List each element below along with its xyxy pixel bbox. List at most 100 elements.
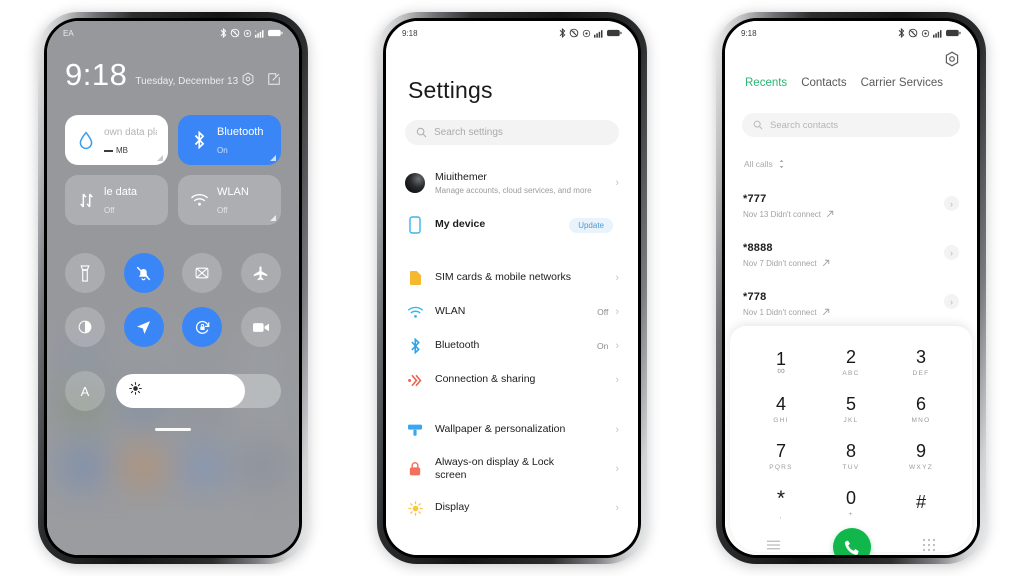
phone-outline-icon — [404, 216, 426, 234]
settings-row-wallpaper[interactable]: Wallpaper & personalization › — [386, 413, 638, 447]
silent-toggle[interactable] — [123, 253, 164, 293]
mobile-data-tile[interactable]: le data Off — [65, 175, 168, 225]
dnd-icon — [569, 28, 579, 38]
search-contacts-input[interactable]: Search contacts — [742, 113, 960, 137]
phone-device-3: 9:18 Recents Contacts Carrier Services S… — [716, 12, 986, 564]
key-6[interactable]: 6 MNO — [886, 387, 956, 432]
chevron-right-icon: › — [615, 373, 619, 386]
search-icon — [416, 127, 427, 138]
settings-row-lock-screen[interactable]: Always-on display & Lock screen › — [386, 447, 638, 491]
status-bar-2: 9:18 — [386, 21, 638, 45]
row-label: Display — [435, 501, 470, 514]
key-hash[interactable]: # — [886, 481, 956, 526]
call-meta: Nov 7 Didn't connect — [743, 258, 817, 268]
settings-row-account[interactable]: Miuithemer Manage accounts, cloud servic… — [386, 161, 638, 205]
settings-row-sim-cards[interactable]: SIM cards & mobile networks › — [386, 261, 638, 295]
outgoing-arrow-icon — [826, 210, 834, 218]
call-log-row[interactable]: *8888 Nov 7 Didn't connect › — [725, 228, 977, 277]
sim-card-icon — [404, 270, 426, 286]
auto-brightness-toggle[interactable]: A — [65, 371, 105, 411]
expand-corner-icon[interactable] — [270, 215, 276, 221]
status-time-2: 9:18 — [402, 28, 418, 38]
screenshot-toggle[interactable] — [182, 253, 223, 293]
settings-app: 9:18 Settings Search settings Miuithemer… — [386, 21, 638, 555]
screen-record-toggle[interactable] — [240, 307, 281, 347]
gear-hex-icon[interactable] — [944, 51, 960, 72]
call-button[interactable] — [832, 528, 871, 555]
key-0[interactable]: 0 + — [816, 481, 886, 526]
keypad-icon[interactable] — [922, 538, 936, 556]
expand-corner-icon[interactable] — [157, 155, 163, 161]
key-1[interactable]: 1 ∞ — [746, 340, 816, 385]
search-settings-input[interactable]: Search settings — [405, 120, 619, 145]
update-badge[interactable]: Update — [569, 217, 613, 233]
key-letters: MNO — [911, 417, 931, 424]
dash-icon — [104, 149, 113, 152]
wlan-title: WLAN — [217, 185, 249, 198]
dark-mode-toggle[interactable] — [65, 307, 105, 347]
settings-row-my-device[interactable]: My device Update — [386, 205, 638, 245]
brightness-slider[interactable] — [116, 374, 281, 408]
data-plan-tile[interactable]: own data plan MB — [65, 115, 168, 165]
call-number: *777 — [743, 192, 767, 205]
location-toggle[interactable] — [123, 307, 164, 347]
key-digit: * — [776, 486, 786, 510]
wlan-value: Off — [217, 206, 228, 215]
key-star[interactable]: *, — [746, 481, 816, 526]
bluetooth-icon — [189, 131, 209, 149]
key-letters: + — [848, 511, 854, 518]
call-log-row[interactable]: *777 Nov 13 Didn't connect › — [725, 179, 977, 228]
settings-row-connection-sharing[interactable]: Connection & sharing › — [386, 363, 638, 397]
key-3[interactable]: 3 DEF — [886, 340, 956, 385]
bluetooth-icon — [220, 28, 227, 38]
sort-icon — [779, 159, 784, 169]
page-title: Settings — [408, 77, 493, 103]
call-log-row[interactable]: *778 Nov 1 Didn't connect › — [725, 277, 977, 326]
key-2[interactable]: 2 ABC — [816, 340, 886, 385]
phone-3-bezel: 9:18 Recents Contacts Carrier Services S… — [722, 18, 980, 558]
toggle-grid — [65, 253, 281, 361]
call-filter[interactable]: All calls — [744, 159, 785, 169]
home-indicator[interactable] — [155, 428, 191, 431]
edit-icon[interactable] — [267, 72, 281, 86]
chevron-right-icon: › — [615, 423, 619, 436]
clock-panel: 9:18 Tuesday, December 13 — [47, 45, 299, 90]
mobile-data-value: Off — [104, 206, 115, 215]
key-digit: 9 — [915, 441, 926, 461]
wlan-tile[interactable]: WLAN Off — [178, 175, 281, 225]
key-letters: JKL — [843, 417, 859, 424]
rotation-lock-toggle[interactable] — [182, 307, 223, 347]
bluetooth-icon — [404, 338, 426, 354]
dialpad-bottom-row — [730, 526, 972, 555]
key-7[interactable]: 7 PQRS — [746, 434, 816, 479]
chevron-right-icon[interactable]: › — [944, 294, 959, 309]
row-label: SIM cards & mobile networks — [435, 271, 571, 284]
chevron-right-icon[interactable]: › — [944, 245, 959, 260]
group-divider — [386, 245, 638, 261]
dialer-app: 9:18 Recents Contacts Carrier Services S… — [725, 21, 977, 555]
battery-icon — [946, 29, 961, 37]
flashlight-toggle[interactable] — [65, 253, 105, 293]
key-digit: 0 — [845, 488, 856, 508]
tab-contacts[interactable]: Contacts — [801, 77, 846, 89]
bluetooth-tile[interactable]: Bluetooth On — [178, 115, 281, 165]
bluetooth-tile-value: On — [217, 146, 228, 155]
menu-icon[interactable] — [766, 538, 781, 555]
settings-row-bluetooth[interactable]: Bluetooth On › — [386, 329, 638, 363]
chevron-right-icon[interactable]: › — [944, 196, 959, 211]
settings-row-display[interactable]: Display › — [386, 491, 638, 525]
airplane-toggle[interactable] — [240, 253, 281, 293]
key-5[interactable]: 5 JKL — [816, 387, 886, 432]
dnd-icon — [230, 28, 240, 38]
tab-carrier-services[interactable]: Carrier Services — [861, 77, 943, 89]
key-9[interactable]: 9 WXYZ — [886, 434, 956, 479]
row-label: Connection & sharing — [435, 373, 536, 386]
settings-row-wlan[interactable]: WLAN Off › — [386, 295, 638, 329]
key-4[interactable]: 4 GHI — [746, 387, 816, 432]
expand-corner-icon[interactable] — [270, 155, 276, 161]
key-8[interactable]: 8 TUV — [816, 434, 886, 479]
key-letters: DEF — [912, 370, 930, 377]
data-plan-title: own data plan — [104, 126, 157, 138]
settings-hex-icon[interactable] — [241, 72, 255, 86]
tab-recents[interactable]: Recents — [745, 77, 787, 89]
